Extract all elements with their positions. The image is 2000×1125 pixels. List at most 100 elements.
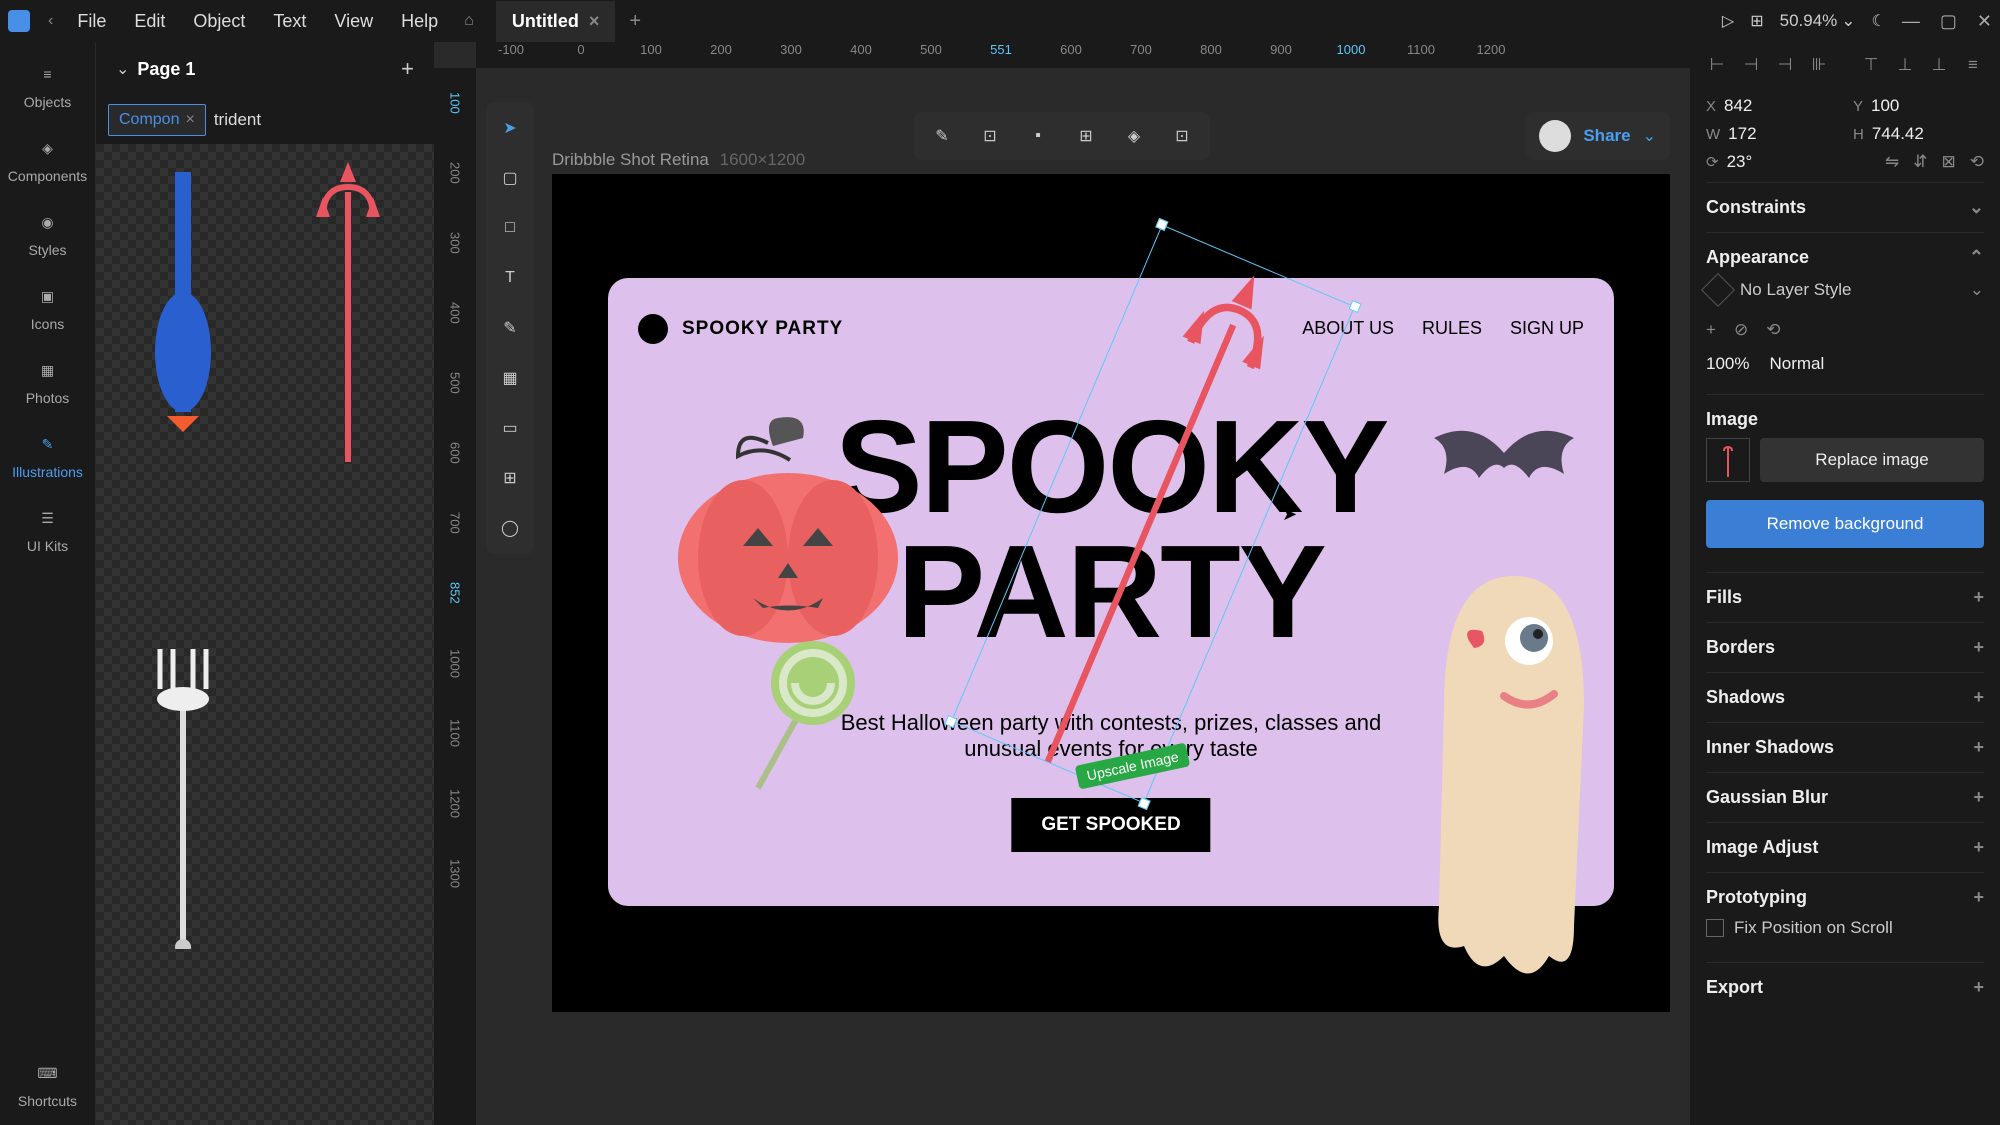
add-icon[interactable]: + xyxy=(1973,687,1984,708)
flip-h-icon[interactable]: ⇋ xyxy=(1885,152,1899,172)
asset-item[interactable] xyxy=(104,152,261,472)
grid-icon[interactable]: ⊞ xyxy=(1750,11,1763,31)
gaussian-blur-section[interactable]: Gaussian Blur+ xyxy=(1706,787,1984,808)
image-tool[interactable]: ▦ xyxy=(494,362,526,394)
align-center-v-icon[interactable]: ⊥ xyxy=(1894,54,1916,76)
user-avatar[interactable] xyxy=(1539,120,1571,152)
checkbox-icon[interactable] xyxy=(1706,919,1724,937)
add-icon[interactable]: + xyxy=(1973,587,1984,608)
add-icon[interactable]: + xyxy=(1973,977,1984,998)
add-icon[interactable]: + xyxy=(1973,637,1984,658)
fix-position-row[interactable]: Fix Position on Scroll xyxy=(1706,908,1984,948)
menu-view[interactable]: View xyxy=(322,5,385,38)
image-thumbnail[interactable] xyxy=(1706,438,1750,482)
align-left-icon[interactable]: ⊢ xyxy=(1706,54,1728,76)
pen-tool[interactable]: ✎ xyxy=(494,312,526,344)
add-style-icon[interactable]: + xyxy=(1706,320,1716,340)
menu-object[interactable]: Object xyxy=(181,5,257,38)
lock-aspect-icon[interactable]: ⊠ xyxy=(1942,152,1956,172)
tab-close-icon[interactable]: × xyxy=(589,11,600,32)
edit-icon[interactable]: ✎ xyxy=(928,122,956,150)
flip-v-icon[interactable]: ⇵ xyxy=(1913,152,1927,172)
chip-remove-icon[interactable]: × xyxy=(185,111,194,129)
chevron-down-icon[interactable]: ⌄ xyxy=(1643,126,1656,146)
play-icon[interactable]: ▷ xyxy=(1722,11,1734,31)
page-title[interactable]: Page 1 xyxy=(137,59,393,80)
maximize-icon[interactable]: ▢ xyxy=(1940,11,1957,32)
close-icon[interactable]: ✕ xyxy=(1977,11,1992,32)
constraints-section[interactable]: Constraints ⌄ xyxy=(1706,197,1984,218)
add-icon[interactable]: + xyxy=(1973,737,1984,758)
prototyping-section[interactable]: Prototyping+ xyxy=(1706,887,1984,908)
menu-text[interactable]: Text xyxy=(261,5,318,38)
rail-styles[interactable]: ◉Styles xyxy=(28,208,66,258)
document-tab[interactable]: Untitled × xyxy=(496,1,616,42)
search-filter-chip[interactable]: Compon × xyxy=(108,104,206,136)
align-top-icon[interactable]: ⊤ xyxy=(1860,54,1882,76)
w-input[interactable]: 172 xyxy=(1728,124,1756,144)
layer-style-row[interactable]: No Layer Style ⌄ xyxy=(1706,268,1984,312)
search-input[interactable]: trident xyxy=(214,110,261,130)
add-page-button[interactable]: + xyxy=(401,56,414,82)
check-icon[interactable]: ⊘ xyxy=(1734,320,1748,340)
opacity-input[interactable]: 100% xyxy=(1706,354,1749,374)
more-icon[interactable]: ⊡ xyxy=(1168,122,1196,150)
color-icon[interactable]: ▪ xyxy=(1024,122,1052,150)
fills-section[interactable]: Fills+ xyxy=(1706,587,1984,608)
select-tool[interactable]: ➤ xyxy=(494,112,526,144)
reset-icon[interactable]: ⟲ xyxy=(1970,152,1984,172)
y-input[interactable]: 100 xyxy=(1871,96,1899,116)
align-bottom-icon[interactable]: ⊥ xyxy=(1928,54,1950,76)
group-icon[interactable]: ⊞ xyxy=(1072,122,1100,150)
add-icon[interactable]: + xyxy=(1973,837,1984,858)
add-icon[interactable]: + xyxy=(1973,887,1984,908)
crop-icon[interactable]: ⊡ xyxy=(976,122,1004,150)
canvas-area[interactable]: -100 0 100 200 300 400 500 551 600 700 8… xyxy=(434,42,1690,1125)
home-icon[interactable]: ⌂ xyxy=(454,8,484,34)
chevron-down-icon[interactable]: ⌄ xyxy=(116,59,129,79)
remove-background-button[interactable]: Remove background xyxy=(1706,500,1984,548)
rotation-input[interactable]: 23° xyxy=(1727,152,1753,172)
minimize-icon[interactable]: — xyxy=(1902,11,1920,32)
x-input[interactable]: 842 xyxy=(1724,96,1752,116)
line-tool[interactable]: ▭ xyxy=(494,412,526,444)
asset-item[interactable] xyxy=(269,152,426,472)
align-right-icon[interactable]: ⊣ xyxy=(1774,54,1796,76)
artboard[interactable]: SPOOKY PARTY ABOUT US RULES SIGN UP SPOO… xyxy=(552,174,1670,1012)
component-tool[interactable]: ⊞ xyxy=(494,462,526,494)
add-icon[interactable]: + xyxy=(1973,787,1984,808)
rail-photos[interactable]: ▦Photos xyxy=(26,356,70,406)
rail-shortcuts[interactable]: ⌨Shortcuts xyxy=(18,1059,77,1109)
export-section[interactable]: Export+ xyxy=(1706,977,1984,998)
h-input[interactable]: 744.42 xyxy=(1872,124,1924,144)
shadows-section[interactable]: Shadows+ xyxy=(1706,687,1984,708)
menu-edit[interactable]: Edit xyxy=(122,5,177,38)
distribute-v-icon[interactable]: ≡ xyxy=(1962,54,1984,76)
replace-image-button[interactable]: Replace image xyxy=(1760,438,1984,482)
blend-mode-dropdown[interactable]: Normal xyxy=(1769,354,1824,374)
frame-tool[interactable]: ▢ xyxy=(494,162,526,194)
rail-uikits[interactable]: ☰UI Kits xyxy=(27,504,68,554)
rail-illustrations[interactable]: ✎Illustrations xyxy=(12,430,83,480)
appearance-section[interactable]: Appearance ⌃ xyxy=(1706,247,1984,268)
distribute-h-icon[interactable]: ⊪ xyxy=(1808,54,1830,76)
share-button[interactable]: Share xyxy=(1583,126,1630,146)
frame-label[interactable]: Dribbble Shot Retina 1600×1200 xyxy=(552,150,805,170)
asset-item[interactable] xyxy=(269,639,426,959)
text-tool[interactable]: T xyxy=(494,262,526,294)
menu-file[interactable]: File xyxy=(65,5,118,38)
rail-objects[interactable]: ≡Objects xyxy=(24,60,71,110)
asset-item[interactable] xyxy=(104,639,261,959)
rail-icons[interactable]: ▣Icons xyxy=(31,282,64,332)
refresh-icon[interactable]: ⟲ xyxy=(1766,320,1780,340)
inner-shadows-section[interactable]: Inner Shadows+ xyxy=(1706,737,1984,758)
image-adjust-section[interactable]: Image Adjust+ xyxy=(1706,837,1984,858)
align-center-h-icon[interactable]: ⊣ xyxy=(1740,54,1762,76)
menu-help[interactable]: Help xyxy=(389,5,450,38)
rectangle-tool[interactable]: □ xyxy=(494,212,526,244)
zoom-dropdown[interactable]: 50.94% ⌄ xyxy=(1780,11,1856,31)
borders-section[interactable]: Borders+ xyxy=(1706,637,1984,658)
nav-back-icon[interactable]: ‹ xyxy=(40,8,61,34)
app-logo[interactable] xyxy=(8,10,30,32)
tab-add-button[interactable]: + xyxy=(615,2,655,41)
